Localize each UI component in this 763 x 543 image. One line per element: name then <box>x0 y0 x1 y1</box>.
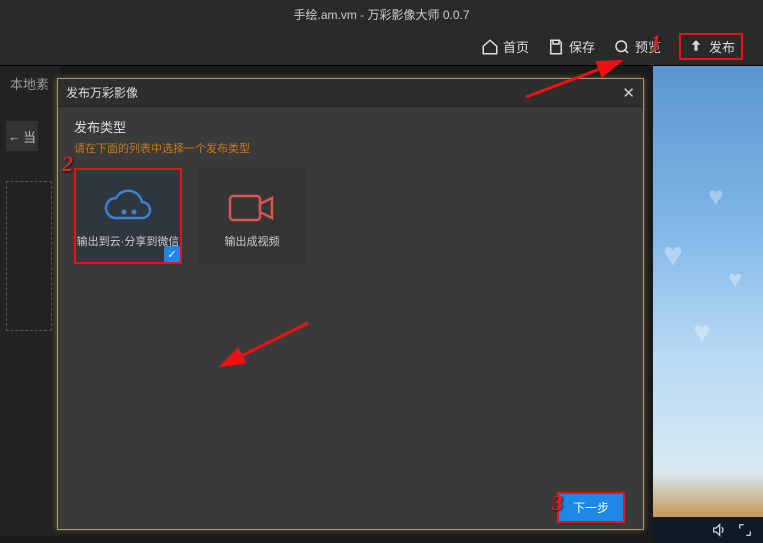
app-title: 手绘.am.vm - 万彩影像大师 0.0.7 <box>293 6 469 23</box>
publish-modal: 发布万彩影像 ✕ 发布类型 请在下面的列表中选择一个发布类型 输出到云·分享到微… <box>57 78 644 530</box>
video-icon <box>227 183 277 233</box>
section-title: 发布类型 <box>74 117 627 136</box>
check-icon: ✓ <box>164 246 180 262</box>
option-video[interactable]: 输出成视频 <box>198 168 306 264</box>
section-hint: 请在下面的列表中选择一个发布类型 <box>74 140 627 156</box>
heart-icon: ♥ <box>728 266 742 294</box>
annotation-2: 2 <box>62 151 73 177</box>
upload-icon <box>687 38 705 56</box>
next-label: 下一步 <box>573 501 609 515</box>
heart-icon: ♥ <box>663 236 683 275</box>
back-button[interactable]: ←当 <box>6 121 38 151</box>
home-icon <box>481 38 499 56</box>
option-cloud[interactable]: 输出到云·分享到微信 ✓ <box>74 168 182 264</box>
toolbar: 首页 保存 预览 发布 <box>0 28 763 66</box>
publish-label: 发布 <box>709 37 735 56</box>
player-bar <box>653 517 763 543</box>
preview-panel: ♥ ♥ ♥ ♥ <box>653 66 763 543</box>
cloud-icon <box>100 183 156 233</box>
close-icon[interactable]: ✕ <box>622 84 635 102</box>
back-label: 当 <box>23 127 36 146</box>
save-button[interactable]: 保存 <box>547 37 595 56</box>
next-button[interactable]: 下一步 <box>557 492 625 523</box>
annotation-3: 3 <box>552 490 563 516</box>
home-label: 首页 <box>503 37 529 56</box>
preview-icon <box>613 38 631 56</box>
titlebar: 手绘.am.vm - 万彩影像大师 0.0.7 <box>0 0 763 28</box>
modal-header: 发布万彩影像 ✕ <box>58 79 643 107</box>
drop-placeholder[interactable] <box>6 181 52 331</box>
save-icon <box>547 38 565 56</box>
save-label: 保存 <box>569 37 595 56</box>
heart-icon: ♥ <box>693 316 711 350</box>
modal-body: 发布类型 请在下面的列表中选择一个发布类型 输出到云·分享到微信 ✓ <box>58 107 643 485</box>
local-label: 本地素 <box>0 66 60 101</box>
option-video-label: 输出成视频 <box>225 233 280 249</box>
publish-options: 输出到云·分享到微信 ✓ 输出成视频 <box>74 168 627 264</box>
left-sidebar: 本地素 ←当 <box>0 66 60 536</box>
home-button[interactable]: 首页 <box>481 37 529 56</box>
heart-icon: ♥ <box>708 181 723 212</box>
volume-icon[interactable] <box>711 522 727 538</box>
fullscreen-icon[interactable] <box>737 522 753 538</box>
publish-button[interactable]: 发布 <box>679 33 743 60</box>
annotation-1: 1 <box>650 30 661 56</box>
modal-title: 发布万彩影像 <box>66 84 138 101</box>
